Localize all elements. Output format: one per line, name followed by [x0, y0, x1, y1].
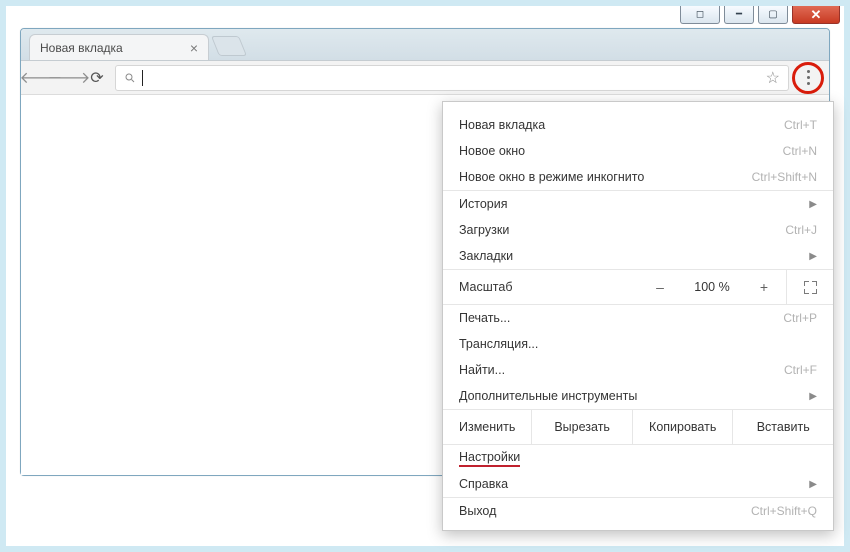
zoom-controls: – 100 % +: [638, 270, 833, 304]
zoom-label: Масштаб: [459, 280, 512, 294]
menu-item-find[interactable]: Найти... Ctrl+F: [443, 357, 833, 383]
user-icon: ◻: [696, 10, 704, 20]
menu-item-label: Настройки: [459, 450, 520, 467]
text-caret: [142, 70, 143, 86]
menu-item-exit[interactable]: Выход Ctrl+Shift+Q: [443, 498, 833, 524]
toolbar: 🡐 🡒 ⟳ ☆: [21, 61, 829, 95]
menu-item-shortcut: Ctrl+F: [784, 363, 817, 377]
menu-item-shortcut: Ctrl+T: [784, 118, 817, 132]
tab-strip: Новая вкладка ×: [21, 29, 829, 61]
edit-cut-button[interactable]: Вырезать: [531, 410, 632, 444]
menu-item-label: Закладки: [459, 249, 513, 263]
address-input[interactable]: [149, 70, 756, 85]
reload-button[interactable]: ⟳: [87, 68, 107, 88]
maximize-icon: ▢: [768, 10, 777, 20]
menu-item-label: Новое окно в режиме инкогнито: [459, 170, 644, 184]
fullscreen-button[interactable]: [787, 281, 833, 294]
chevron-right-icon: ▶: [809, 479, 817, 490]
chevron-right-icon: ▶: [809, 251, 817, 262]
new-tab-button[interactable]: [211, 36, 247, 56]
menu-item-help[interactable]: Справка ▶: [443, 471, 833, 497]
menu-item-shortcut: Ctrl+Shift+N: [752, 170, 817, 184]
menu-item-shortcut: Ctrl+N: [783, 144, 817, 158]
bookmark-star-icon[interactable]: ☆: [766, 68, 780, 88]
menu-item-incognito[interactable]: Новое окно в режиме инкогнито Ctrl+Shift…: [443, 164, 833, 190]
edit-paste-button[interactable]: Вставить: [732, 410, 833, 444]
window-user-button[interactable]: ◻: [680, 6, 720, 24]
menu-item-shortcut: Ctrl+J: [785, 223, 817, 237]
menu-item-label: Дополнительные инструменты: [459, 389, 637, 403]
edit-label: Изменить: [443, 410, 531, 444]
menu-item-label: Выход: [459, 504, 496, 518]
tab-title: Новая вкладка: [40, 41, 123, 55]
menu-item-label: Новая вкладка: [459, 118, 545, 132]
menu-item-shortcut: Ctrl+Shift+Q: [751, 504, 817, 518]
window-close-button[interactable]: ✕: [792, 6, 840, 24]
omnibox[interactable]: ☆: [115, 65, 789, 91]
window-maximize-button[interactable]: ▢: [758, 6, 788, 24]
menu-item-settings[interactable]: Настройки: [443, 445, 833, 471]
menu-item-edit: Изменить Вырезать Копировать Вставить: [443, 410, 833, 444]
menu-item-downloads[interactable]: Загрузки Ctrl+J: [443, 217, 833, 243]
desktop-frame: ◻ ━ ▢ ✕ Новая вкладка × 🡐 🡒 ⟳ ☆: [0, 0, 850, 552]
menu-item-label: Справка: [459, 477, 508, 491]
menu-item-new-window[interactable]: Новое окно Ctrl+N: [443, 138, 833, 164]
menu-item-shortcut: Ctrl+P: [783, 311, 817, 325]
menu-item-label: Новое окно: [459, 144, 525, 158]
menu-item-new-tab[interactable]: Новая вкладка Ctrl+T: [443, 112, 833, 138]
fullscreen-icon: [804, 281, 817, 294]
menu-button[interactable]: [797, 67, 819, 89]
chevron-right-icon: ▶: [809, 391, 817, 402]
zoom-value: 100 %: [682, 280, 742, 294]
minimize-icon: ━: [736, 10, 742, 20]
menu-item-label: Найти...: [459, 363, 505, 377]
menu-item-label: История: [459, 197, 507, 211]
window-minimize-button[interactable]: ━: [724, 6, 754, 24]
menu-item-zoom: Масштаб – 100 % +: [443, 270, 833, 304]
window-titlebar: ◻ ━ ▢ ✕: [680, 6, 844, 30]
menu-item-label: Печать...: [459, 311, 510, 325]
menu-item-label: Загрузки: [459, 223, 509, 237]
menu-item-history[interactable]: История ▶: [443, 191, 833, 217]
tab-active[interactable]: Новая вкладка ×: [29, 34, 209, 60]
menu-item-bookmarks[interactable]: Закладки ▶: [443, 243, 833, 269]
chrome-menu: Новая вкладка Ctrl+T Новое окно Ctrl+N Н…: [442, 101, 834, 531]
zoom-out-button[interactable]: –: [638, 270, 682, 304]
menu-item-more-tools[interactable]: Дополнительные инструменты ▶: [443, 383, 833, 409]
kebab-icon: [807, 70, 810, 85]
close-icon: ✕: [811, 8, 822, 21]
menu-item-cast[interactable]: Трансляция...: [443, 331, 833, 357]
edit-copy-button[interactable]: Копировать: [632, 410, 733, 444]
zoom-in-button[interactable]: +: [742, 270, 786, 304]
menu-item-label: Трансляция...: [459, 337, 538, 351]
chevron-right-icon: ▶: [809, 199, 817, 210]
forward-button[interactable]: 🡒: [59, 68, 79, 88]
menu-item-print[interactable]: Печать... Ctrl+P: [443, 305, 833, 331]
tab-close-icon[interactable]: ×: [190, 40, 198, 56]
search-icon: [124, 72, 136, 84]
